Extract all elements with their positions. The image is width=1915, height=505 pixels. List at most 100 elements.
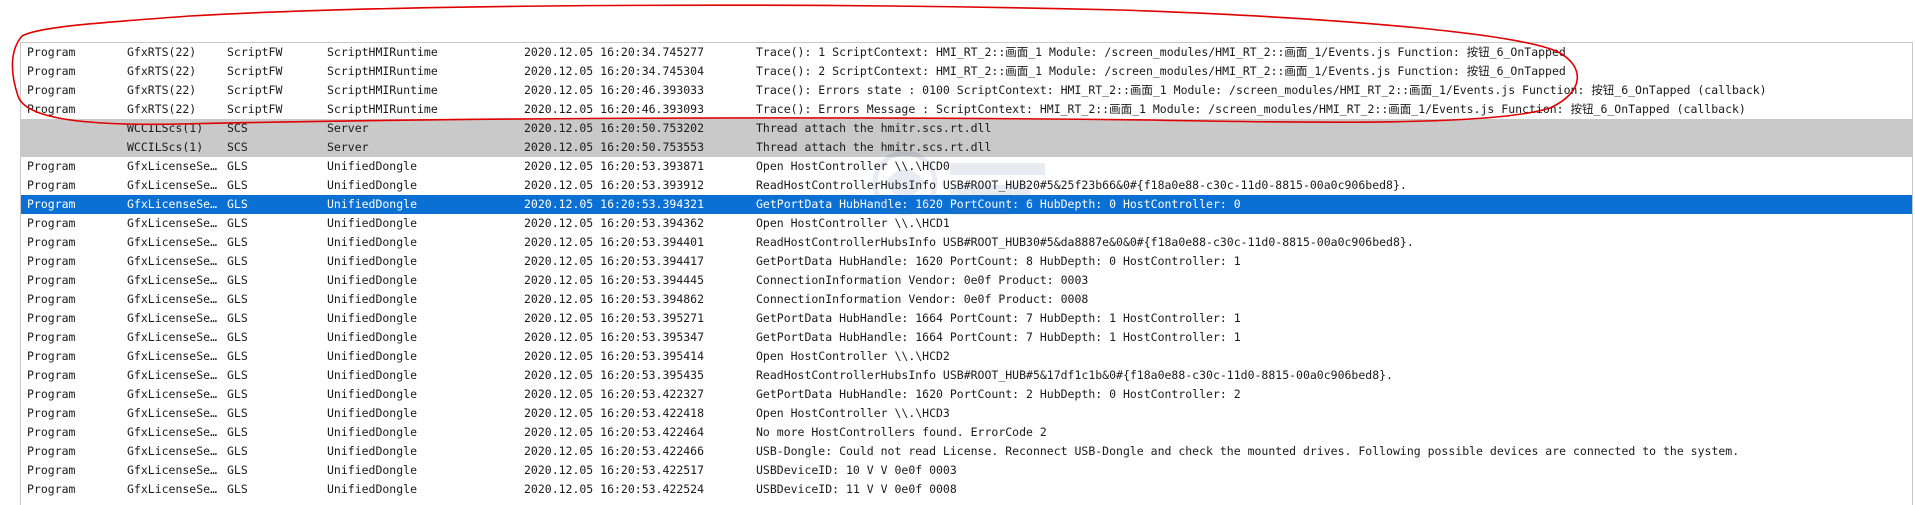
log-cell-type: Program bbox=[27, 444, 76, 458]
log-row[interactable]: Program GfxLicenseSe… GLS UnifiedDongle 2020… bbox=[21, 480, 1912, 499]
log-cell-timestamp: 2020.12.05 16:20:46.393033 bbox=[524, 83, 705, 97]
log-row[interactable]: Program GfxLicenseSe… GLS UnifiedDongle 2020… bbox=[21, 442, 1912, 461]
log-cell-component: ScriptHMIRuntime bbox=[327, 83, 438, 97]
log-cell-component: UnifiedDongle bbox=[327, 425, 418, 439]
log-cell-component: UnifiedDongle bbox=[327, 273, 418, 287]
log-row[interactable]: Program GfxLicenseSe… GLS UnifiedDongle 2020… bbox=[21, 271, 1912, 290]
log-row[interactable]: Program GfxLicenseSe… GLS UnifiedDongle 2020… bbox=[21, 423, 1912, 442]
log-cell-category: ScriptFW bbox=[227, 83, 283, 97]
log-cell-category: ScriptFW bbox=[227, 64, 283, 78]
log-cell-process: GfxLicenseSe… bbox=[127, 425, 218, 439]
log-cell-component: UnifiedDongle bbox=[327, 159, 418, 173]
log-cell-timestamp: 2020.12.05 16:20:50.753553 bbox=[524, 140, 705, 154]
log-cell-process: GfxLicenseSe… bbox=[127, 292, 218, 306]
log-cell-message: GetPortData HubHandle: 1664 PortCount: 7… bbox=[756, 330, 1241, 344]
log-row[interactable]: Program GfxLicenseSe… GLS UnifiedDongle 2020… bbox=[21, 252, 1912, 271]
log-cell-type: Program bbox=[27, 83, 76, 97]
log-cell-timestamp: 2020.12.05 16:20:53.393871 bbox=[524, 159, 705, 173]
log-cell-category: GLS bbox=[227, 273, 248, 287]
log-row[interactable]: Program GfxLicenseSe… GLS UnifiedDongle 2020… bbox=[21, 233, 1912, 252]
log-cell-message: GetPortData HubHandle: 1620 PortCount: 2… bbox=[756, 387, 1241, 401]
log-cell-timestamp: 2020.12.05 16:20:53.422466 bbox=[524, 444, 705, 458]
log-row[interactable]: Program GfxLicenseSe… GLS UnifiedDongle 2020… bbox=[21, 347, 1912, 366]
log-cell-category: GLS bbox=[227, 425, 248, 439]
log-row[interactable]: Program GfxLicenseSe… GLS UnifiedDongle 2020… bbox=[21, 176, 1912, 195]
log-row[interactable]: WCCILScs(1) SCS Server 2020.12.05 16:20:50.… bbox=[21, 138, 1912, 157]
log-cell-process: GfxRTS(22) bbox=[127, 83, 197, 97]
log-cell-type: Program bbox=[27, 216, 76, 230]
log-row[interactable]: WCCILScs(1) SCS Server 2020.12.05 16:20:50.… bbox=[21, 119, 1912, 138]
log-cell-component: UnifiedDongle bbox=[327, 406, 418, 420]
log-row[interactable]: Program GfxLicenseSe… GLS UnifiedDongle 2020… bbox=[21, 195, 1912, 214]
log-cell-category: ScriptFW bbox=[227, 45, 283, 59]
log-row[interactable]: Program GfxLicenseSe… GLS UnifiedDongle 2020… bbox=[21, 404, 1912, 423]
log-cell-process: GfxLicenseSe… bbox=[127, 482, 218, 496]
log-cell-message: Open HostController \\.\HCD2 bbox=[756, 349, 950, 363]
log-cell-process: GfxLicenseSe… bbox=[127, 254, 218, 268]
log-cell-process: GfxLicenseSe… bbox=[127, 159, 218, 173]
log-cell-type: Program bbox=[27, 311, 76, 325]
log-row[interactable]: Program GfxLicenseSe… GLS UnifiedDongle 2020… bbox=[21, 461, 1912, 480]
log-cell-category: GLS bbox=[227, 482, 248, 496]
log-cell-category: GLS bbox=[227, 254, 248, 268]
log-row[interactable]: Program GfxRTS(22) ScriptFW ScriptHMIRuntim… bbox=[21, 62, 1912, 81]
log-cell-type: Program bbox=[27, 64, 76, 78]
log-row[interactable]: Program GfxRTS(22) ScriptFW ScriptHMIRuntim… bbox=[21, 100, 1912, 119]
log-cell-timestamp: 2020.12.05 16:20:53.394862 bbox=[524, 292, 705, 306]
log-cell-type: Program bbox=[27, 368, 76, 382]
log-cell-category: GLS bbox=[227, 292, 248, 306]
log-cell-message: ReadHostControllerHubsInfo USB#ROOT_HUB3… bbox=[756, 235, 1414, 249]
log-cell-message: USBDeviceID: 11 V V 0e0f 0008 bbox=[756, 482, 957, 496]
log-cell-process: GfxLicenseSe… bbox=[127, 387, 218, 401]
log-cell-component: UnifiedDongle bbox=[327, 444, 418, 458]
log-cell-process: WCCILScs(1) bbox=[127, 121, 204, 135]
log-cell-component: UnifiedDongle bbox=[327, 349, 418, 363]
log-cell-type: Program bbox=[27, 159, 76, 173]
log-cell-component: UnifiedDongle bbox=[327, 387, 418, 401]
log-cell-timestamp: 2020.12.05 16:20:46.393093 bbox=[524, 102, 705, 116]
log-cell-category: GLS bbox=[227, 159, 248, 173]
log-rows: Program GfxRTS(22) ScriptFW ScriptHMIRuntim… bbox=[21, 43, 1912, 499]
log-cell-timestamp: 2020.12.05 16:20:53.395414 bbox=[524, 349, 705, 363]
log-row[interactable]: Program GfxRTS(22) ScriptFW ScriptHMIRuntim… bbox=[21, 81, 1912, 100]
log-row[interactable]: Program GfxRTS(22) ScriptFW ScriptHMIRuntim… bbox=[21, 43, 1912, 62]
log-cell-timestamp: 2020.12.05 16:20:53.393912 bbox=[524, 178, 705, 192]
log-cell-process: GfxLicenseSe… bbox=[127, 178, 218, 192]
log-cell-timestamp: 2020.12.05 16:20:50.753202 bbox=[524, 121, 705, 135]
log-cell-message: ReadHostControllerHubsInfo USB#ROOT_HUB2… bbox=[756, 178, 1407, 192]
log-cell-category: GLS bbox=[227, 387, 248, 401]
log-cell-process: GfxRTS(22) bbox=[127, 102, 197, 116]
log-cell-process: GfxLicenseSe… bbox=[127, 444, 218, 458]
log-row[interactable]: Program GfxLicenseSe… GLS UnifiedDongle 2020… bbox=[21, 214, 1912, 233]
log-cell-timestamp: 2020.12.05 16:20:53.422524 bbox=[524, 482, 705, 496]
log-row[interactable]: Program GfxLicenseSe… GLS UnifiedDongle 2020… bbox=[21, 366, 1912, 385]
log-cell-component: ScriptHMIRuntime bbox=[327, 102, 438, 116]
log-cell-process: GfxLicenseSe… bbox=[127, 463, 218, 477]
log-row[interactable]: Program GfxLicenseSe… GLS UnifiedDongle 2020… bbox=[21, 290, 1912, 309]
log-cell-type: Program bbox=[27, 482, 76, 496]
log-cell-component: UnifiedDongle bbox=[327, 197, 418, 211]
log-cell-timestamp: 2020.12.05 16:20:53.395347 bbox=[524, 330, 705, 344]
log-cell-timestamp: 2020.12.05 16:20:53.422418 bbox=[524, 406, 705, 420]
log-cell-timestamp: 2020.12.05 16:20:53.394321 bbox=[524, 197, 705, 211]
log-cell-category: GLS bbox=[227, 349, 248, 363]
log-cell-type: Program bbox=[27, 292, 76, 306]
log-cell-process: GfxLicenseSe… bbox=[127, 197, 218, 211]
log-cell-message: Trace(): 1 ScriptContext: HMI_RT_2::画面_1… bbox=[756, 45, 1566, 59]
log-cell-component: UnifiedDongle bbox=[327, 216, 418, 230]
log-cell-message: No more HostControllers found. ErrorCode… bbox=[756, 425, 1047, 439]
log-row[interactable]: Program GfxLicenseSe… GLS UnifiedDongle 2020… bbox=[21, 385, 1912, 404]
log-cell-category: GLS bbox=[227, 330, 248, 344]
log-cell-category: GLS bbox=[227, 178, 248, 192]
log-row[interactable]: Program GfxLicenseSe… GLS UnifiedDongle 2020… bbox=[21, 309, 1912, 328]
log-cell-message: Open HostController \\.\HCD0 bbox=[756, 159, 950, 173]
log-row[interactable]: Program GfxLicenseSe… GLS UnifiedDongle 2020… bbox=[21, 328, 1912, 347]
log-cell-type: Program bbox=[27, 102, 76, 116]
log-cell-timestamp: 2020.12.05 16:20:34.745304 bbox=[524, 64, 705, 78]
log-cell-process: GfxLicenseSe… bbox=[127, 406, 218, 420]
log-cell-category: GLS bbox=[227, 197, 248, 211]
log-cell-component: UnifiedDongle bbox=[327, 311, 418, 325]
log-row[interactable]: Program GfxLicenseSe… GLS UnifiedDongle 2020… bbox=[21, 157, 1912, 176]
log-cell-type: Program bbox=[27, 349, 76, 363]
log-cell-process: GfxLicenseSe… bbox=[127, 273, 218, 287]
